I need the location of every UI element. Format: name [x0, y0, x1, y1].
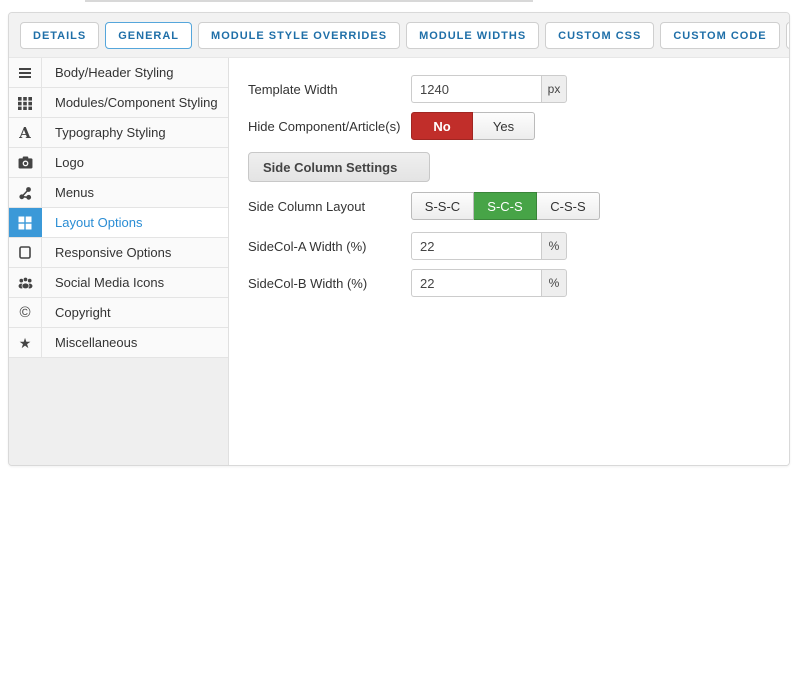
grid-3x3-icon: [9, 88, 42, 117]
sidecol-a-row: SideCol-A Width (%) %: [248, 231, 789, 261]
share-nodes-icon: [9, 178, 42, 207]
hide-component-row: Hide Component/Article(s) No Yes: [248, 111, 789, 141]
template-width-row: Template Width px: [248, 74, 789, 104]
sidecol-a-unit: %: [541, 232, 567, 260]
settings-content: Template Width px Hide Component/Article…: [229, 58, 789, 466]
hide-component-yes-button[interactable]: Yes: [473, 112, 535, 140]
sidebar-item-label: Social Media Icons: [42, 268, 228, 297]
sidebar-item-label: Typography Styling: [42, 118, 228, 147]
tab-module-widths[interactable]: MODULE WIDTHS: [406, 22, 539, 49]
tab-general[interactable]: GENERAL: [105, 22, 192, 49]
cutoff-element-edge: [85, 0, 533, 2]
tab-menu-assignment[interactable]: MENU ASSIGNMENT: [786, 22, 790, 49]
sidebar-item-body-header-styling[interactable]: Body/Header Styling: [9, 58, 228, 88]
font-icon: A: [9, 118, 42, 147]
sidebar-item-label: Responsive Options: [42, 238, 228, 267]
tab-bar: DETAILS GENERAL MODULE STYLE OVERRIDES M…: [9, 13, 789, 58]
template-width-unit: px: [541, 75, 567, 103]
layout-ssc-button[interactable]: S-S-C: [411, 192, 474, 220]
bars-icon: [9, 58, 42, 87]
sidecol-b-input[interactable]: [411, 269, 541, 297]
sidecol-a-label: SideCol-A Width (%): [248, 239, 411, 254]
tab-module-style-overrides[interactable]: MODULE STYLE OVERRIDES: [198, 22, 400, 49]
panel-body: Body/Header Styling Modules/Component St…: [9, 58, 789, 466]
sidebar-item-copyright[interactable]: © Copyright: [9, 298, 228, 328]
tab-custom-code[interactable]: CUSTOM CODE: [660, 22, 779, 49]
camera-icon: [9, 148, 42, 177]
tab-custom-css[interactable]: CUSTOM CSS: [545, 22, 654, 49]
tab-details[interactable]: DETAILS: [20, 22, 99, 49]
star-icon: ★: [9, 328, 42, 357]
copyright-icon: ©: [9, 298, 42, 327]
hide-component-no-button[interactable]: No: [411, 112, 473, 140]
sidecol-b-label: SideCol-B Width (%): [248, 276, 411, 291]
sidebar-item-typography-styling[interactable]: A Typography Styling: [9, 118, 228, 148]
template-width-label: Template Width: [248, 82, 411, 97]
sidebar-item-responsive-options[interactable]: Responsive Options: [9, 238, 228, 268]
template-settings-panel: DETAILS GENERAL MODULE STYLE OVERRIDES M…: [8, 12, 790, 466]
sidebar-item-label: Body/Header Styling: [42, 58, 228, 87]
sidebar-item-layout-options[interactable]: Layout Options: [9, 208, 228, 238]
sidebar-item-label: Copyright: [42, 298, 228, 327]
sidebar-item-label: Layout Options: [42, 208, 228, 237]
sidebar-item-logo[interactable]: Logo: [9, 148, 228, 178]
sidebar-item-label: Logo: [42, 148, 228, 177]
sidebar-filler: [9, 358, 228, 466]
users-icon: [9, 268, 42, 297]
sidebar-item-modules-component-styling[interactable]: Modules/Component Styling: [9, 88, 228, 118]
square-outline-icon: [9, 238, 42, 267]
side-column-layout-label: Side Column Layout: [248, 199, 411, 214]
side-column-layout-row: Side Column Layout S-S-C S-C-S C-S-S: [248, 191, 789, 221]
hide-component-label: Hide Component/Article(s): [248, 119, 411, 134]
sidebar-item-label: Modules/Component Styling: [42, 88, 228, 117]
grid-2x2-icon: [9, 208, 42, 237]
layout-css-button[interactable]: C-S-S: [537, 192, 600, 220]
sidecol-b-row: SideCol-B Width (%) %: [248, 268, 789, 298]
sidecol-b-unit: %: [541, 269, 567, 297]
sidebar-item-miscellaneous[interactable]: ★ Miscellaneous: [9, 328, 228, 358]
sidebar: Body/Header Styling Modules/Component St…: [9, 58, 229, 466]
sidecol-a-input[interactable]: [411, 232, 541, 260]
template-width-input[interactable]: [411, 75, 541, 103]
sidebar-item-label: Miscellaneous: [42, 328, 228, 357]
sidebar-item-label: Menus: [42, 178, 228, 207]
sidebar-item-menus[interactable]: Menus: [9, 178, 228, 208]
layout-scs-button[interactable]: S-C-S: [474, 192, 537, 220]
sidebar-item-social-media-icons[interactable]: Social Media Icons: [9, 268, 228, 298]
side-column-settings-button[interactable]: Side Column Settings: [248, 152, 430, 182]
